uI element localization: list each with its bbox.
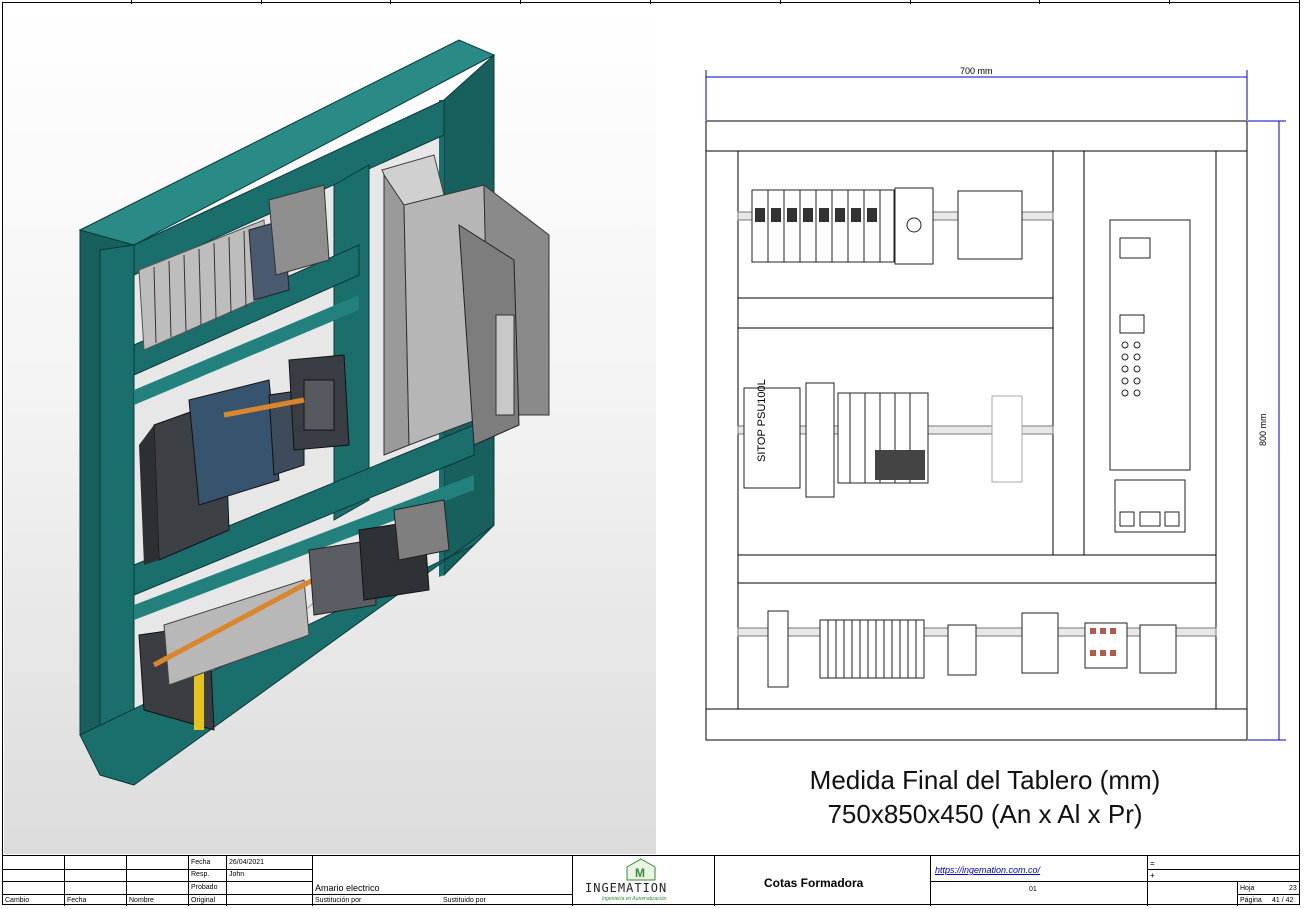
logo-text: INGEMATION <box>585 881 668 895</box>
eq-sign: = <box>1150 859 1155 868</box>
plus-sign: + <box>1150 871 1155 880</box>
title-block: Fecha 26/04/2021 Resp. John Probado Camb… <box>2 855 1300 906</box>
fecha-label: Fecha <box>191 859 211 866</box>
company-url-link[interactable]: https://ingemation.com.co/ <box>935 865 1040 875</box>
fecha-value: 26/04/2021 <box>229 859 265 866</box>
width-dimension-label: 700 mm <box>960 66 993 76</box>
nombre-label: Nombre <box>129 897 154 904</box>
psu-label: SITOP PSU100L <box>756 379 768 462</box>
project-name: Amario electrico <box>315 883 380 893</box>
resp-value: John <box>229 871 245 878</box>
isometric-3d-view[interactable] <box>4 5 656 854</box>
fecha-col-label: Fecha <box>67 897 87 904</box>
caption-title: Medida Final del Tablero (mm) <box>809 765 1161 795</box>
hoja-value: 23 <box>1289 885 1297 892</box>
hoja-label: Hoja <box>1240 885 1255 892</box>
svg-text:M: M <box>635 866 645 880</box>
pagina-value: 41 / 42 <box>1272 897 1294 904</box>
original-label: Original <box>191 897 216 904</box>
drawing-code: 01 <box>1029 886 1037 893</box>
probado-label: Probado <box>191 884 218 891</box>
logo-subtitle: Ingeniería en Automatización <box>602 896 667 902</box>
height-dimension-label: 800 mm <box>1258 413 1268 446</box>
front-elevation-drawing[interactable]: SITOP PSU100L <box>700 60 1300 750</box>
ingemation-logo-icon: M <box>626 858 656 881</box>
pagina-label: Página <box>1240 897 1262 904</box>
resp-label: Resp. <box>191 871 210 878</box>
cambio-label: Cambio <box>5 897 30 904</box>
sustitucion-label: Sustitución por <box>315 897 362 904</box>
caption-dimensions: 750x850x450 (An x Al x Pr) <box>827 799 1143 829</box>
sustituido-label: Sustituido por <box>443 897 486 904</box>
sheet-title: Cotas Formadora <box>764 876 864 890</box>
